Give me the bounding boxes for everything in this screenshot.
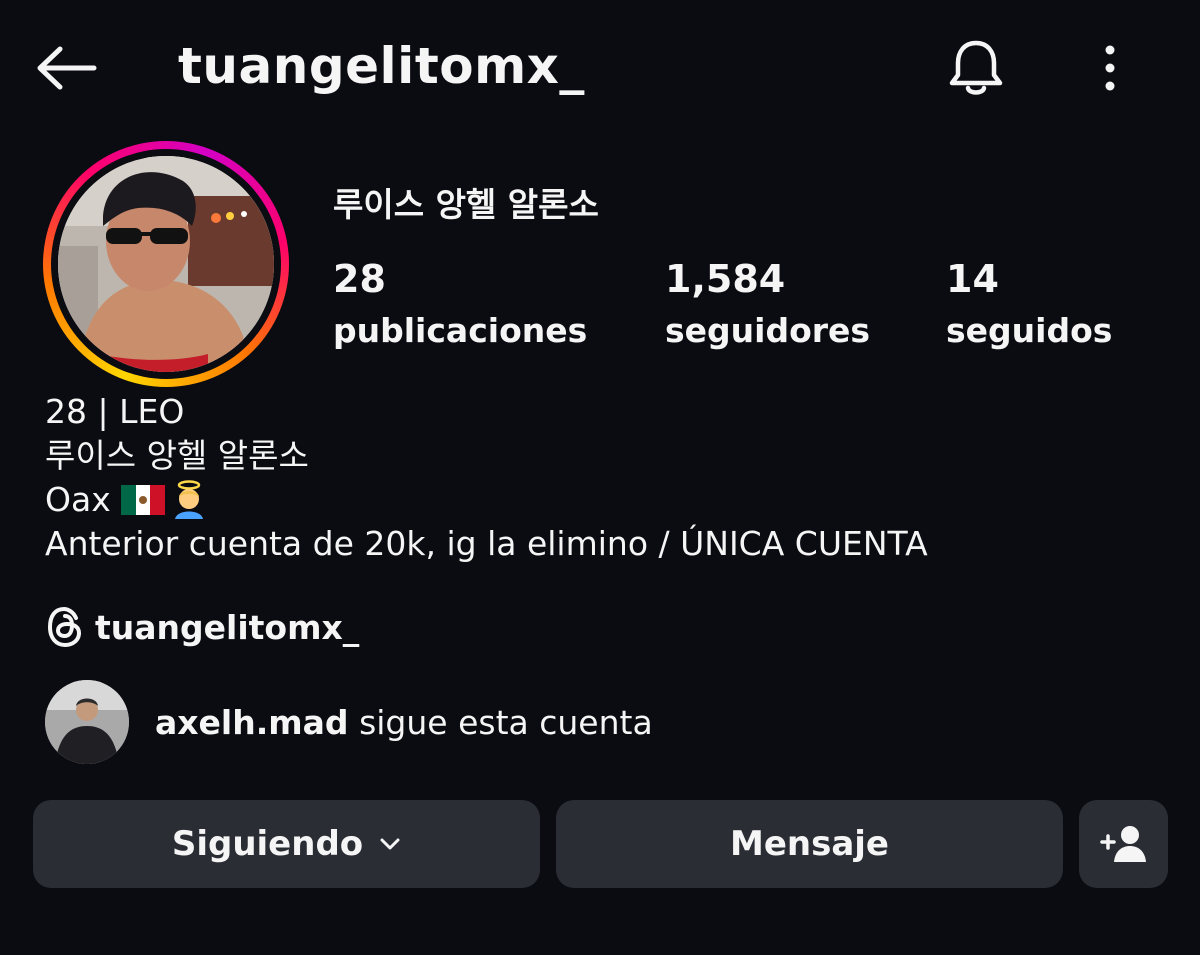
mutual-follower-avatar: [45, 680, 129, 764]
following-button[interactable]: Siguiendo: [33, 800, 540, 888]
profile-display-name: 루이스 앙헬 알론소: [333, 185, 599, 224]
stat-followers-label: seguidores: [665, 311, 871, 350]
stat-following-label: seguidos: [946, 311, 1113, 350]
bio-location-text: Oax: [45, 480, 111, 519]
threads-handle: tuangelitomx_: [95, 607, 360, 647]
bell-icon: [949, 40, 1003, 95]
mutual-follower-username[interactable]: axelh.mad: [155, 703, 349, 742]
bio-line-age-sign: 28 | LEO: [45, 392, 185, 431]
bio-line-location: Oax: [45, 478, 209, 522]
message-button-label: Mensaje: [730, 824, 889, 864]
stat-following[interactable]: 14 seguidos: [946, 252, 1112, 362]
stat-posts-label: publicaciones: [333, 311, 588, 350]
mutual-follower-row[interactable]: axelh.mad sigue esta cuenta: [45, 680, 653, 764]
avatar-photo: [58, 156, 274, 372]
message-button[interactable]: Mensaje: [556, 800, 1063, 888]
stat-posts[interactable]: 28 publicaciones: [333, 252, 587, 362]
mutual-follower-suffix: sigue esta cuenta: [359, 702, 653, 742]
bio-line-description: Anterior cuenta de 20k, ig la elimino / …: [45, 524, 928, 563]
add-person-icon: [1099, 826, 1146, 862]
bio-line-name: 루이스 앙헬 알론소: [45, 436, 309, 475]
more-options-button[interactable]: [1076, 28, 1144, 108]
profile-avatar[interactable]: [43, 141, 289, 387]
notifications-button[interactable]: [936, 28, 1016, 108]
angel-emoji-icon: [174, 480, 203, 519]
threads-icon: [47, 606, 82, 648]
more-vertical-icon: [1105, 45, 1115, 91]
stat-followers[interactable]: 1,584 seguidores: [665, 252, 870, 362]
following-button-label: Siguiendo: [171, 824, 364, 864]
profile-username-title: tuangelitomx_: [178, 37, 585, 95]
threads-profile-link[interactable]: tuangelitomx_: [45, 600, 359, 654]
arrow-left-icon: [37, 46, 97, 90]
back-button[interactable]: [26, 28, 106, 108]
suggest-people-button[interactable]: [1079, 800, 1168, 888]
stat-posts-count: 28: [333, 257, 386, 301]
stat-following-count: 14: [946, 257, 999, 301]
stat-followers-count: 1,584: [665, 257, 786, 301]
chevron-down-icon: [379, 837, 401, 851]
mexico-flag-icon: [120, 485, 165, 515]
mutual-follower-text: axelh.mad sigue esta cuenta: [155, 703, 653, 742]
